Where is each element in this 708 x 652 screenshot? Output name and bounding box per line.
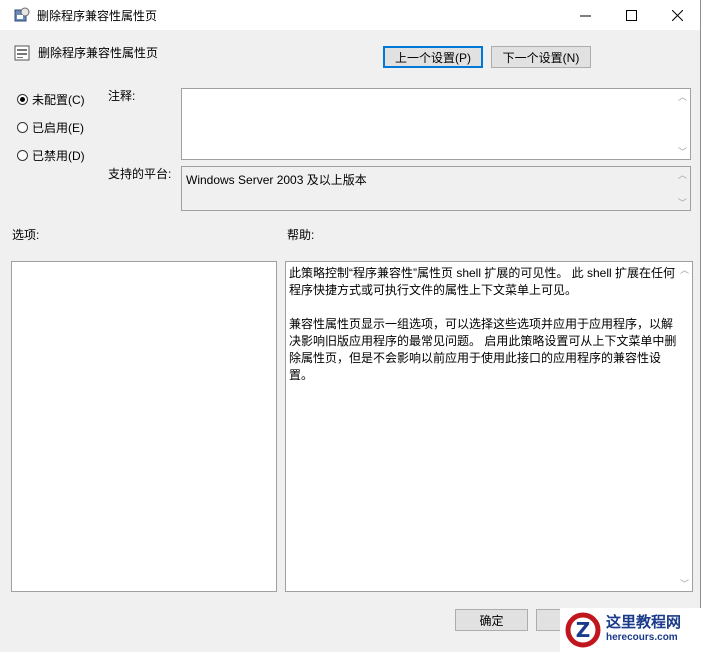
scroll-down-icon[interactable]: ﹀: [680, 577, 689, 590]
help-text: 此策略控制“程序兼容性”属性页 shell 扩展的可见性。 此 shell 扩展…: [289, 265, 677, 401]
platform-value: Windows Server 2003 及以上版本: [186, 173, 367, 187]
title-bar[interactable]: 删除程序兼容性属性页: [0, 0, 700, 30]
setting-header: 删除程序兼容性属性页: [38, 46, 159, 60]
close-icon: [671, 9, 683, 21]
help-paragraph: 兼容性属性页显示一组选项，可以选择这些选项并应用于应用程序，以解决影响旧版应用程…: [289, 317, 677, 382]
scroll-up-icon[interactable]: ︿: [678, 90, 687, 103]
radio-label: 已启用(E): [32, 121, 84, 135]
comment-scrollbar[interactable]: ︿ ﹀: [675, 90, 689, 158]
radio-label: 已禁用(D): [32, 149, 85, 163]
window-title: 删除程序兼容性属性页: [37, 9, 158, 23]
site-watermark: Z 这里教程网 herecours.com: [560, 608, 708, 652]
radio-not-configured[interactable]: 未配置(C): [17, 91, 85, 108]
platform-scrollbar[interactable]: ︿ ﹀: [675, 168, 689, 209]
help-label: 帮助:: [287, 228, 315, 242]
radio-disabled[interactable]: 已禁用(D): [17, 147, 85, 164]
minimize-icon: [579, 15, 591, 16]
scroll-down-icon[interactable]: ﹀: [678, 145, 687, 158]
policy-setting-icon: [14, 45, 30, 61]
scroll-up-icon[interactable]: ︿: [678, 168, 687, 181]
watermark-cn: 这里教程网: [606, 613, 682, 631]
scroll-up-icon[interactable]: ︿: [680, 263, 689, 276]
radio-enabled[interactable]: 已启用(E): [17, 119, 84, 136]
background-window-strip: [701, 0, 708, 652]
comment-textarea[interactable]: ︿ ﹀: [181, 88, 691, 160]
platform-label: 支持的平台:: [108, 167, 172, 181]
radio-indicator[interactable]: [17, 150, 28, 161]
radio-label: 未配置(C): [32, 93, 85, 107]
policy-icon: [14, 7, 30, 22]
options-label: 选项:: [12, 228, 40, 242]
dialog-window: 删除程序兼容性属性页 删除程序兼容性属性页 上一个设置(P) 下一个设置(N) …: [0, 0, 701, 652]
watermark-en: herecours.com: [606, 632, 678, 643]
next-setting-button[interactable]: 下一个设置(N): [491, 46, 591, 68]
maximize-button[interactable]: [608, 0, 654, 30]
minimize-button[interactable]: [562, 0, 608, 30]
svg-text:Z: Z: [576, 618, 591, 642]
maximize-icon: [625, 9, 637, 21]
scroll-down-icon[interactable]: ﹀: [678, 196, 687, 209]
close-button[interactable]: [654, 0, 700, 30]
ok-button[interactable]: 确定: [455, 609, 528, 631]
watermark-logo-icon: Z: [565, 612, 601, 648]
help-scrollbar[interactable]: ︿ ﹀: [677, 263, 691, 590]
radio-indicator[interactable]: [17, 122, 28, 133]
radio-selected-indicator[interactable]: [17, 94, 28, 105]
help-paragraph: 此策略控制“程序兼容性”属性页 shell 扩展的可见性。 此 shell 扩展…: [289, 266, 676, 297]
comment-label: 注释:: [108, 89, 136, 103]
options-panel: [11, 261, 277, 592]
previous-setting-button[interactable]: 上一个设置(P): [383, 46, 483, 68]
watermark-text: 这里教程网 herecours.com: [606, 615, 681, 645]
